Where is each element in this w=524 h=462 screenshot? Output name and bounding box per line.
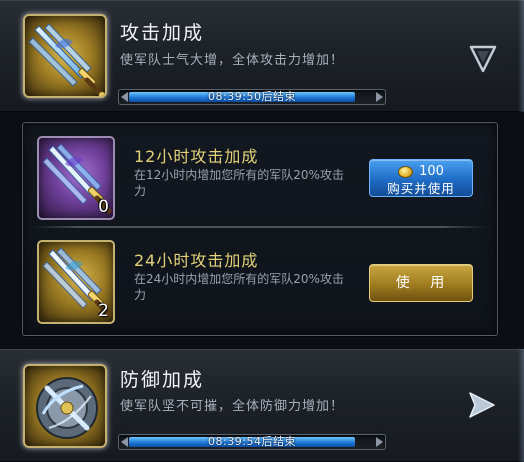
buy-and-use-label: 购买并使用 bbox=[387, 181, 455, 196]
expand-toggle-button[interactable] bbox=[464, 388, 498, 422]
section-description: 使军队士气大增，全体攻击力增加！ bbox=[120, 53, 345, 68]
item-title: 24小时攻击加成 bbox=[134, 251, 259, 270]
timer-text: 08:39:54后结束 bbox=[208, 435, 296, 448]
section-title: 攻击加成 bbox=[120, 22, 205, 44]
item-row-12h: 0 12小时攻击加成 在12小时内增加您所有的军队20%攻击力 100 购买并使… bbox=[23, 127, 499, 227]
section-description: 使军队坚不可摧，全体防御力增加！ bbox=[120, 399, 345, 414]
defense-bonus-section[interactable]: 防御加成 使军队坚不可摧，全体防御力增加！ 08:39:54后结束 bbox=[0, 349, 524, 462]
chevron-right-icon bbox=[469, 392, 495, 418]
item-description: 在12小时内增加您所有的军队20%攻击力 bbox=[134, 168, 344, 198]
purple-sword-icon: 0 bbox=[37, 136, 115, 220]
price-value: 100 bbox=[419, 164, 444, 179]
item-quantity: 0 bbox=[98, 197, 109, 217]
buff-timer-bar: 08:39:54后结束 bbox=[118, 434, 386, 450]
use-button[interactable]: 使 用 bbox=[369, 264, 473, 302]
collapse-toggle-button[interactable] bbox=[466, 41, 500, 75]
edge-glow bbox=[518, 0, 524, 112]
item-title: 12小时攻击加成 bbox=[134, 147, 259, 166]
item-row-24h: 2 24小时攻击加成 在24小时内增加您所有的军队20%攻击力 使 用 bbox=[23, 231, 499, 331]
row-divider bbox=[33, 226, 487, 228]
attack-bonus-section[interactable]: 攻击加成 使军队士气大增，全体攻击力增加！ 08:39:50后结束 bbox=[0, 0, 524, 112]
gold-sword-icon: 2 bbox=[37, 240, 115, 324]
buff-timer-bar: 08:39:50后结束 bbox=[118, 89, 386, 105]
chevron-down-icon bbox=[469, 45, 497, 73]
edge-glow bbox=[518, 349, 524, 462]
sword-item-icon bbox=[23, 14, 107, 98]
buy-and-use-button[interactable]: 100 购买并使用 bbox=[369, 159, 473, 197]
item-quantity: 2 bbox=[98, 301, 109, 321]
shield-item-icon bbox=[23, 364, 107, 448]
timer-text: 08:39:50后结束 bbox=[208, 90, 296, 103]
item-description: 在24小时内增加您所有的军队20%攻击力 bbox=[134, 272, 344, 302]
gold-coin-icon bbox=[398, 165, 414, 178]
item-list-panel: 0 12小时攻击加成 在12小时内增加您所有的军队20%攻击力 100 购买并使… bbox=[22, 122, 498, 336]
section-title: 防御加成 bbox=[120, 369, 205, 391]
